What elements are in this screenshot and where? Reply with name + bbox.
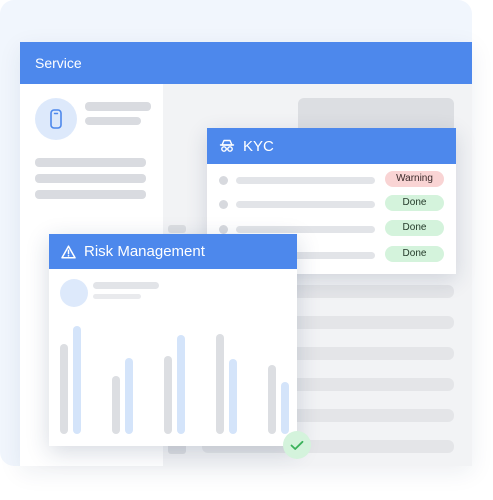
row-dot (219, 225, 228, 234)
spy-icon (219, 139, 235, 152)
kyc-title: KYC (243, 137, 274, 155)
status-badge: Done (385, 220, 444, 236)
service-window-title: Service (35, 55, 82, 71)
row-dot (219, 200, 228, 209)
risk-management-window: Risk Management (49, 234, 297, 446)
row-text-placeholder (236, 201, 375, 208)
check-badge (283, 431, 311, 459)
row-dot (219, 176, 228, 185)
sidebar-item[interactable] (35, 190, 146, 199)
chart-bar (164, 356, 172, 434)
service-window-header: Service (20, 42, 472, 84)
status-badge: Done (385, 195, 444, 211)
kyc-row[interactable]: Warning (207, 170, 456, 190)
chart-bar (216, 334, 224, 434)
chart-bar (229, 359, 237, 434)
chart-bar (177, 335, 185, 434)
risk-title: Risk Management (84, 243, 205, 260)
chart-bar (125, 358, 133, 434)
chart-bar (73, 326, 81, 434)
status-badge: Warning (385, 171, 444, 187)
chart-bar (112, 376, 120, 434)
check-icon (290, 440, 304, 450)
chart-bar (268, 365, 276, 434)
row-text-placeholder (236, 177, 375, 184)
chart-bar (281, 382, 289, 434)
warning-icon (61, 244, 76, 259)
sidebar-item[interactable] (35, 174, 146, 183)
status-badge: Done (385, 246, 444, 262)
profile-detail-placeholder (85, 117, 141, 125)
risk-detail-placeholder (93, 294, 141, 299)
content-row-handle (168, 225, 186, 233)
phone-icon (50, 109, 62, 129)
risk-name-placeholder (93, 282, 159, 289)
kyc-header: KYC (207, 128, 456, 164)
user-avatar[interactable] (35, 98, 77, 140)
sidebar-item[interactable] (35, 158, 146, 167)
risk-avatar (60, 279, 88, 307)
row-text-placeholder (236, 226, 375, 233)
chart-bar (60, 344, 68, 434)
profile-name-placeholder (85, 102, 151, 111)
risk-header: Risk Management (49, 234, 297, 269)
kyc-row[interactable]: Done (207, 194, 456, 214)
